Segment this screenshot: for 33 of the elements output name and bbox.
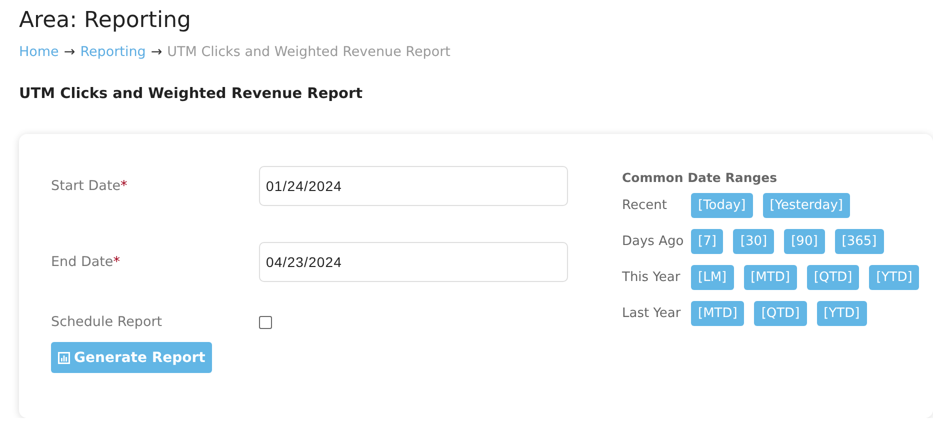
- range-label: Recent: [622, 198, 668, 213]
- range-label: Days Ago: [622, 234, 681, 249]
- date-range-button[interactable]: [Today]: [691, 193, 753, 218]
- field-label: End Date*: [51, 254, 121, 270]
- checkbox[interactable]: [259, 316, 272, 328]
- date-range-button[interactable]: [365]: [834, 229, 884, 254]
- date-range-button[interactable]: [YTD]: [816, 301, 867, 326]
- date-field[interactable]: 04/23/2024: [259, 242, 568, 282]
- section-title: Common Date Ranges: [622, 170, 778, 185]
- date-range-button[interactable]: [90]: [784, 229, 825, 254]
- date-field[interactable]: 01/24/2024: [259, 166, 568, 206]
- breadcrumb-current: UTM Clicks and Weighted Revenue Report: [167, 44, 450, 60]
- date-range-button[interactable]: [YTD]: [869, 265, 920, 290]
- breadcrumb-link[interactable]: Reporting: [80, 44, 146, 60]
- page-title: Area: Reporting: [19, 7, 192, 35]
- chart-icon: [58, 352, 70, 364]
- range-label: Last Year: [622, 306, 681, 321]
- range-label: This Year: [622, 270, 681, 285]
- breadcrumb-separator: →: [64, 44, 76, 60]
- date-range-button[interactable]: [QTD]: [806, 265, 860, 290]
- breadcrumb-separator: →: [150, 44, 162, 60]
- breadcrumb-link[interactable]: Home: [19, 44, 59, 60]
- field-label: Schedule Report: [51, 314, 164, 330]
- report-title: UTM Clicks and Weighted Revenue Report: [19, 86, 364, 102]
- date-range-button[interactable]: [30]: [733, 229, 774, 254]
- date-range-button[interactable]: [QTD]: [754, 301, 807, 326]
- date-range-button[interactable]: [Yesterday]: [762, 193, 850, 218]
- date-range-button[interactable]: [7]: [691, 229, 724, 254]
- date-range-button[interactable]: [MTD]: [691, 301, 744, 326]
- field-label: Start Date*: [51, 178, 128, 194]
- generate-report-button[interactable]: Generate Report: [51, 342, 212, 373]
- date-range-button[interactable]: [MTD]: [744, 265, 797, 290]
- date-range-button[interactable]: [LM]: [691, 265, 734, 290]
